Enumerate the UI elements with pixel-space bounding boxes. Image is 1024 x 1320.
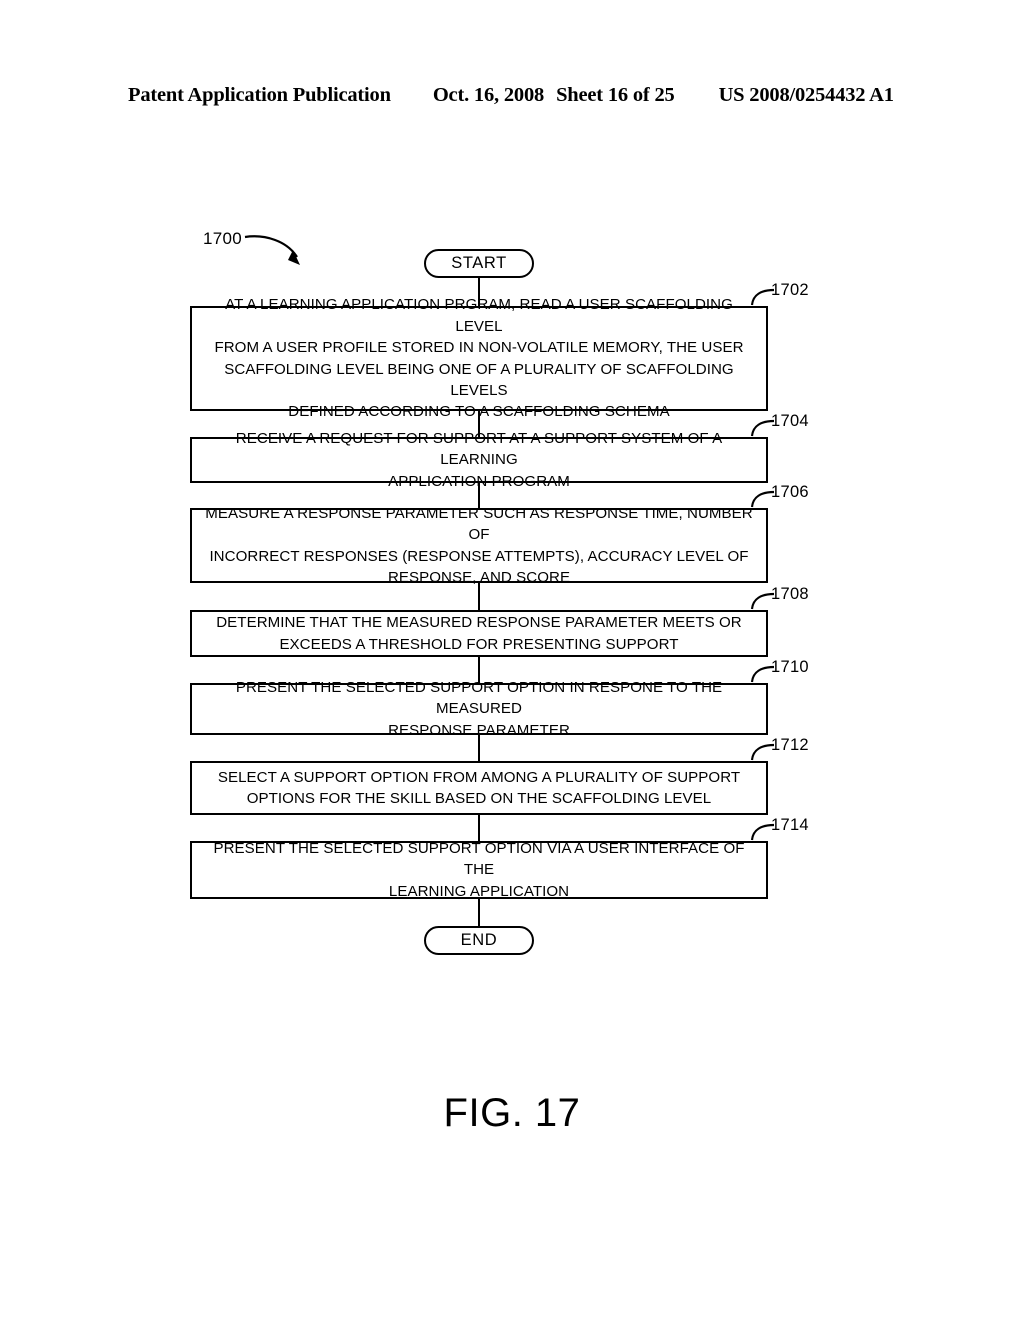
- reference-number-1704: 1704: [771, 412, 809, 430]
- process-box-1706: MEASURE A RESPONSE PARAMETER SUCH AS RES…: [190, 505, 768, 586]
- flow-start-label: START: [451, 254, 507, 272]
- process-box-1704-text: RECEIVE A REQUEST FOR SUPPORT AT A SUPPO…: [235, 429, 723, 490]
- process-box-1702-text: AT A LEARNING APPLICATION PRGRAM, READ A…: [214, 296, 744, 421]
- process-box-1708: DETERMINE THAT THE MEASURED RESPONSE PAR…: [190, 610, 768, 657]
- connector-1714-to-end: [478, 899, 480, 926]
- process-box-1714: PRESENT THE SELECTED SUPPORT OPTION VIA …: [190, 839, 768, 900]
- flow-end-terminator: END: [424, 926, 534, 955]
- reference-number-1708: 1708: [771, 585, 809, 603]
- flow-start-terminator: START: [424, 249, 534, 278]
- reference-number-1710: 1710: [771, 658, 809, 676]
- process-box-1708-text: DETERMINE THAT THE MEASURED RESPONSE PAR…: [216, 614, 742, 653]
- patent-drawing-page: Patent Application Publication Oct. 16, …: [0, 0, 1024, 1320]
- reference-number-1706: 1706: [771, 483, 809, 501]
- process-box-1706-text: MEASURE A RESPONSE PARAMETER SUCH AS RES…: [205, 504, 753, 586]
- process-box-1710-text: PRESENT THE SELECTED SUPPORT OPTION IN R…: [235, 678, 723, 739]
- figure-id-label: 1700: [203, 229, 243, 248]
- figure-caption: FIG. 17: [443, 1091, 581, 1135]
- reference-number-1714: 1714: [771, 816, 809, 834]
- process-box-1704: RECEIVE A REQUEST FOR SUPPORT AT A SUPPO…: [190, 430, 768, 490]
- process-box-1712: SELECT A SUPPORT OPTION FROM AMONG A PLU…: [190, 761, 768, 815]
- figure-id-arrow-icon: [244, 235, 300, 265]
- process-box-1714-text: PRESENT THE SELECTED SUPPORT OPTION VIA …: [213, 839, 745, 900]
- process-box-1712-text: SELECT A SUPPORT OPTION FROM AMONG A PLU…: [217, 768, 741, 807]
- reference-number-1712: 1712: [771, 736, 809, 754]
- flow-end-label: END: [460, 931, 498, 949]
- reference-number-1702: 1702: [771, 281, 809, 299]
- process-box-1702: AT A LEARNING APPLICATION PRGRAM, READ A…: [190, 296, 768, 420]
- process-box-1710: PRESENT THE SELECTED SUPPORT OPTION IN R…: [190, 679, 768, 739]
